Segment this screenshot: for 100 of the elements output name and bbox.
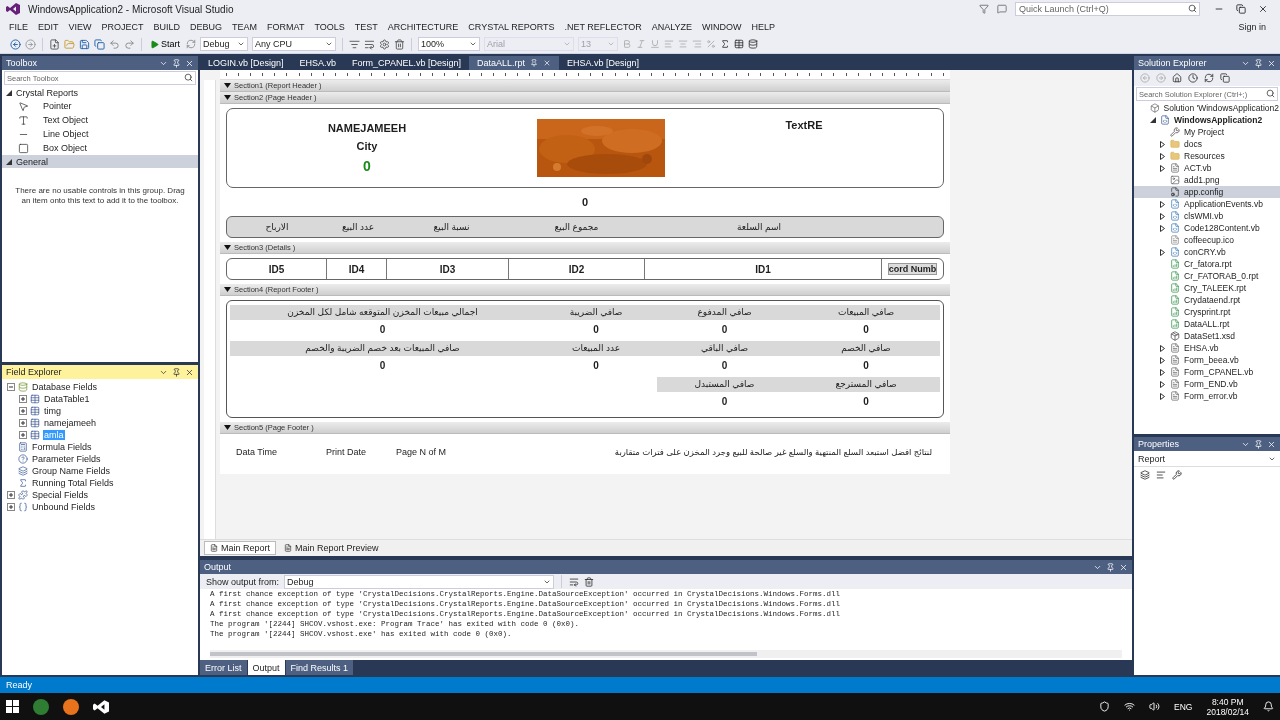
menu-item[interactable]: EDIT xyxy=(33,21,64,32)
collapsed-icon[interactable] xyxy=(1160,368,1165,376)
tree-item[interactable]: Cr_fatora.rpt xyxy=(1134,258,1280,270)
menu-item[interactable]: TOOLS xyxy=(309,21,350,32)
notification-icon[interactable] xyxy=(1263,701,1274,712)
new-file-icon[interactable] xyxy=(49,38,60,50)
menu-item[interactable]: DEBUG xyxy=(185,21,228,32)
menu-item[interactable]: TEST xyxy=(349,21,383,32)
toolbox-item[interactable]: Pointer xyxy=(2,99,198,113)
tree-item[interactable]: Unbound Fields xyxy=(31,502,97,512)
collapse-all-icon[interactable] xyxy=(1220,73,1230,83)
document-tab[interactable]: DataALL.rpt xyxy=(468,56,559,70)
shield-icon[interactable] xyxy=(1099,701,1111,712)
database-icon[interactable] xyxy=(748,39,758,49)
caret-icon[interactable] xyxy=(224,287,231,292)
start-button[interactable]: Start xyxy=(148,39,182,49)
collapse-icon[interactable] xyxy=(6,383,15,391)
save-icon[interactable] xyxy=(79,38,90,50)
quick-launch-field[interactable]: Quick Launch (Ctrl+Q) xyxy=(1015,2,1200,16)
search-icon[interactable] xyxy=(184,73,193,82)
pin-icon[interactable] xyxy=(529,59,538,67)
tree-item[interactable]: Crysprint.rpt xyxy=(1134,306,1280,318)
menu-item[interactable]: CRYSTAL REPORTS xyxy=(463,21,560,32)
menu-item[interactable]: BUILD xyxy=(148,21,186,32)
tree-item[interactable]: Formula Fields xyxy=(31,442,93,452)
tree-item[interactable]: Form_CPANEL.vb xyxy=(1134,366,1280,378)
feedback-icon[interactable] xyxy=(997,4,1007,14)
pin-icon[interactable] xyxy=(1106,562,1115,572)
redo-icon[interactable] xyxy=(124,38,135,50)
close-icon[interactable] xyxy=(1267,58,1276,68)
tree-item[interactable]: Form_beea.vb xyxy=(1134,354,1280,366)
close-icon[interactable] xyxy=(185,367,194,377)
toolbox-group[interactable]: General xyxy=(2,155,198,168)
volume-icon[interactable] xyxy=(1149,701,1161,712)
config-dropdown[interactable]: Any CPU xyxy=(252,37,336,51)
tree-item[interactable]: timg xyxy=(43,406,62,416)
tree-item[interactable]: Form_error.vb xyxy=(1134,390,1280,402)
tree-item[interactable]: namejameeh xyxy=(43,418,98,428)
tree-item[interactable]: Cr_FATORAB_0.rpt xyxy=(1134,270,1280,282)
menu-item[interactable]: TEAM xyxy=(227,21,263,32)
expanded-icon[interactable] xyxy=(1149,117,1156,123)
clear-icon[interactable] xyxy=(584,576,595,587)
collapsed-icon[interactable] xyxy=(1160,224,1165,232)
tree-item[interactable]: Running Total Fields xyxy=(31,478,115,488)
back-icon[interactable] xyxy=(10,38,21,50)
expand-icon[interactable] xyxy=(18,431,27,439)
tree-item[interactable]: WindowsApplication2 xyxy=(1134,114,1280,126)
tree-item[interactable]: DataTable1 xyxy=(43,394,91,404)
collapsed-icon[interactable] xyxy=(1160,344,1165,352)
tree-item[interactable]: DataSet1.xsd xyxy=(1134,330,1280,342)
search-icon[interactable] xyxy=(1188,4,1197,13)
tree-item[interactable]: app.config xyxy=(1134,186,1280,198)
wrap-icon[interactable] xyxy=(364,38,375,50)
app-logo-icon[interactable] xyxy=(93,698,109,715)
sort-icon[interactable] xyxy=(1156,470,1166,480)
menu-item[interactable]: VIEW xyxy=(63,21,97,32)
start-icon[interactable] xyxy=(6,700,19,713)
menu-item[interactable]: FORMAT xyxy=(262,21,310,32)
save-all-icon[interactable] xyxy=(94,38,105,50)
pin-icon[interactable] xyxy=(172,58,181,68)
pin-icon[interactable] xyxy=(1254,58,1263,68)
tree-item[interactable]: Form_END.vb xyxy=(1134,378,1280,390)
undo-icon[interactable] xyxy=(109,38,120,50)
close-icon[interactable] xyxy=(542,59,551,67)
collapsed-icon[interactable] xyxy=(1160,248,1165,256)
panel-tab[interactable]: Output xyxy=(247,660,285,675)
browser-icon[interactable] xyxy=(63,698,79,715)
collapsed-icon[interactable] xyxy=(1160,356,1165,364)
caret-icon[interactable] xyxy=(224,425,231,430)
document-tab[interactable]: LOGIN.vb [Design] xyxy=(200,56,292,70)
menu-item[interactable]: .NET REFLECTOR xyxy=(559,21,647,32)
sigma-icon[interactable] xyxy=(720,39,730,49)
tree-item[interactable]: clsWMI.vb xyxy=(1134,210,1280,222)
tree-item[interactable]: Code128Content.vb xyxy=(1134,222,1280,234)
menu-item[interactable]: ANALYZE xyxy=(646,21,698,32)
menu-item[interactable]: WINDOW xyxy=(697,21,747,32)
expand-icon[interactable] xyxy=(6,491,15,499)
restore-icon[interactable] xyxy=(1236,4,1246,14)
wrench-icon[interactable] xyxy=(1172,470,1182,480)
sign-in-link[interactable]: Sign in xyxy=(1228,21,1276,32)
collapsed-icon[interactable] xyxy=(1160,212,1165,220)
document-tab[interactable]: Form_CPANEL.vb [Design] xyxy=(344,56,469,70)
tree-item[interactable]: Cry_TALEEK.rpt xyxy=(1134,282,1280,294)
tree-item[interactable]: docs xyxy=(1134,138,1280,150)
pin-icon[interactable] xyxy=(172,367,181,377)
tree-item[interactable]: conCRY.vb xyxy=(1134,246,1280,258)
tree-item[interactable]: Solution 'WindowsApplication2 xyxy=(1134,102,1280,114)
tree-item[interactable]: add1.png xyxy=(1134,174,1280,186)
tree-item[interactable]: EHSA.vb xyxy=(1134,342,1280,354)
categorized-icon[interactable] xyxy=(1140,470,1150,480)
toolbox-item[interactable]: Line Object xyxy=(2,127,198,141)
tree-item[interactable]: Group Name Fields xyxy=(31,466,112,476)
collapsed-icon[interactable] xyxy=(1160,152,1165,160)
toolbox-item[interactable]: Text Object xyxy=(2,113,198,127)
tree-item[interactable]: ApplicationEvents.vb xyxy=(1134,198,1280,210)
menu-item[interactable]: HELP xyxy=(746,21,781,32)
collapsed-icon[interactable] xyxy=(1160,392,1165,400)
tree-item[interactable]: Parameter Fields xyxy=(31,454,102,464)
tree-item[interactable]: ACT.vb xyxy=(1134,162,1280,174)
menu-item[interactable]: PROJECT xyxy=(96,21,149,32)
